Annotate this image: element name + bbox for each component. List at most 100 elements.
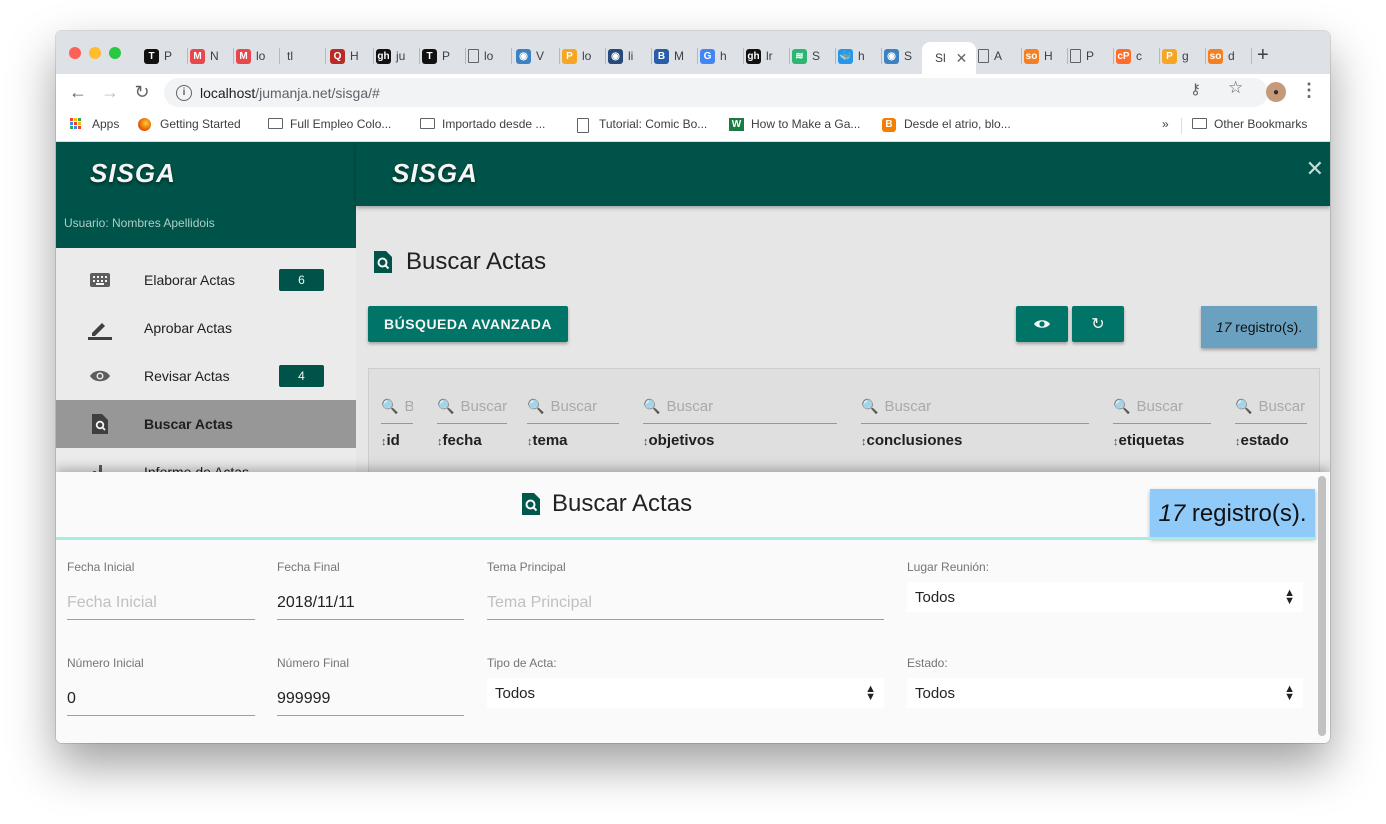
key-icon[interactable]: ⚷ [1190,80,1201,98]
bookmark-item[interactable]: W How to Make a Ga... [729,117,860,131]
bookmark-item[interactable]: B Desde el atrio, blo... [882,117,1011,132]
tab-favicon-icon: cP [1116,48,1131,64]
sheet-title-text: Buscar Actas [552,490,693,517]
star-icon[interactable]: ☆ [1228,78,1243,98]
tab-favicon-icon: M [236,48,251,64]
browser-tab[interactable]: A [974,42,1022,70]
tab-separator [1251,48,1252,64]
browser-tab[interactable]: ◉ S [880,42,928,70]
browser-tab[interactable]: so H [1020,42,1068,70]
fecha-inicial-input[interactable]: Fecha Inicial [67,586,255,620]
numero-final-input[interactable]: 999999 [277,682,464,716]
lugar-reunion-label: Lugar Reunión: [907,560,990,574]
forward-button[interactable]: → [98,80,122,104]
browser-menu-icon[interactable]: ⋮ [1300,80,1318,101]
tab-title: P [164,49,173,63]
tipo-acta-field: Tipo de Acta: Todos ▲ ▼ [487,656,884,708]
numero-inicial-input[interactable]: 0 [67,682,255,716]
tab-favicon-icon: ◉ [608,48,623,64]
bookmark-item[interactable]: Tutorial: Comic Bo... [577,117,708,133]
tab-title: lo [484,49,494,63]
tipo-acta-value: Todos [495,684,536,702]
tab-title: A [994,49,1003,63]
bookmarks-overflow-button[interactable]: » [1162,117,1169,131]
browser-tab[interactable]: tl [278,42,326,70]
apps-grid-icon [70,118,84,130]
bookmark-item[interactable]: Full Empleo Colo... [268,117,391,131]
fecha-final-label: Fecha Final [277,560,340,574]
bookmark-label: Importado desde ... [442,117,546,131]
browser-tab[interactable]: TP [418,42,466,70]
browser-tab[interactable]: gh lr [742,42,790,70]
browser-tab[interactable]: Mlo [232,42,280,70]
browser-tab[interactable]: ≋ S [788,42,836,70]
tema-principal-label: Tema Principal [487,560,566,574]
tab-favicon-icon: ◉ [884,48,899,64]
close-window-button[interactable] [69,47,81,59]
w-logo-icon: W [729,118,744,131]
fecha-final-input[interactable]: 2018/11/11 [277,586,464,620]
tab-favicon-icon: gh [746,48,761,64]
estado-field: Estado: Todos ▲ ▼ [907,656,1303,708]
browser-tab[interactable]: lo [464,42,512,70]
browser-tab[interactable]: ◉ V [512,42,560,70]
address-bar[interactable]: i localhost/jumanja.net/sisga/# ⚷ ☆ [164,78,1268,107]
browser-tab[interactable]: gh ju [372,42,420,70]
browser-toolbar: ← → ↻ i localhost/jumanja.net/sisga/# ⚷ … [56,74,1330,110]
browser-tab[interactable]: Gh [696,42,744,70]
site-info-icon[interactable]: i [176,84,192,101]
numero-inicial-field: Número Inicial 0 [67,656,255,716]
maximize-window-button[interactable] [109,47,121,59]
estado-label: Estado: [907,656,948,670]
sheet-scrollbar[interactable] [1318,476,1326,736]
minimize-window-button[interactable] [89,47,101,59]
bookmark-item[interactable]: Getting Started [138,117,241,131]
browser-tab[interactable]: cP c [1112,42,1160,70]
other-bookmarks[interactable]: Other Bookmarks [1192,117,1307,131]
browser-tab[interactable]: TP [140,42,188,70]
reload-button[interactable]: ↻ [130,80,154,104]
bookmark-item[interactable]: Apps [70,117,119,131]
tab-title: M [674,49,684,63]
tab-favicon-icon: T [422,48,437,64]
tab-favicon-icon [1070,49,1081,63]
browser-tab[interactable]: QH [326,42,374,70]
browser-tab[interactable]: MN [186,42,234,70]
browser-tab[interactable]: BM [650,42,698,70]
browser-tab[interactable]: ◉ li [604,42,652,70]
bookmark-item[interactable]: Importado desde ... [420,117,545,131]
bookmark-label: How to Make a Ga... [751,117,861,131]
lugar-reunion-select[interactable]: Todos ▲ ▼ [907,582,1303,612]
tema-principal-field: Tema Principal Tema Principal [487,560,884,620]
browser-tab[interactable]: so d [1204,42,1252,70]
tab-close-icon[interactable]: ✕ [956,50,968,67]
tab-favicon-icon [978,49,989,63]
select-arrows-icon: ▲ ▼ [1284,683,1295,703]
browser-tab[interactable]: P [1066,42,1114,70]
url-path: /jumanja.net/sisga/# [255,84,380,101]
tipo-acta-select[interactable]: Todos ▲ ▼ [487,678,884,708]
tab-favicon-icon: P [1162,48,1177,64]
numero-final-field: Número Final 999999 [277,656,464,716]
tema-principal-input[interactable]: Tema Principal [487,586,884,620]
profile-avatar[interactable]: ● [1266,82,1286,102]
browser-tab[interactable]: 🐳 h [834,42,882,70]
back-button[interactable]: ← [66,80,90,104]
browser-tab[interactable]: Pg [1158,42,1206,70]
tipo-acta-label: Tipo de Acta: [487,656,557,670]
browser-tab[interactable]: Plo [558,42,606,70]
browser-tab[interactable]: Sl ✕ [922,42,976,74]
fecha-inicial-label: Fecha Inicial [67,560,135,574]
modal-backdrop[interactable] [56,142,1330,472]
tab-title: d [1228,49,1235,63]
bookmarks-divider [1181,118,1182,134]
fecha-final-field: Fecha Final 2018/11/11 [277,560,464,620]
estado-select[interactable]: Todos ▲ ▼ [907,678,1303,708]
page-icon [577,118,591,133]
tab-title: lo [256,49,266,63]
new-tab-button[interactable]: + [1257,45,1269,65]
bookmark-label: Desde el atrio, blo... [904,117,1011,131]
bookmark-label: Tutorial: Comic Bo... [599,117,708,131]
tab-title: P [1086,49,1095,63]
tab-favicon-icon: G [700,48,715,64]
